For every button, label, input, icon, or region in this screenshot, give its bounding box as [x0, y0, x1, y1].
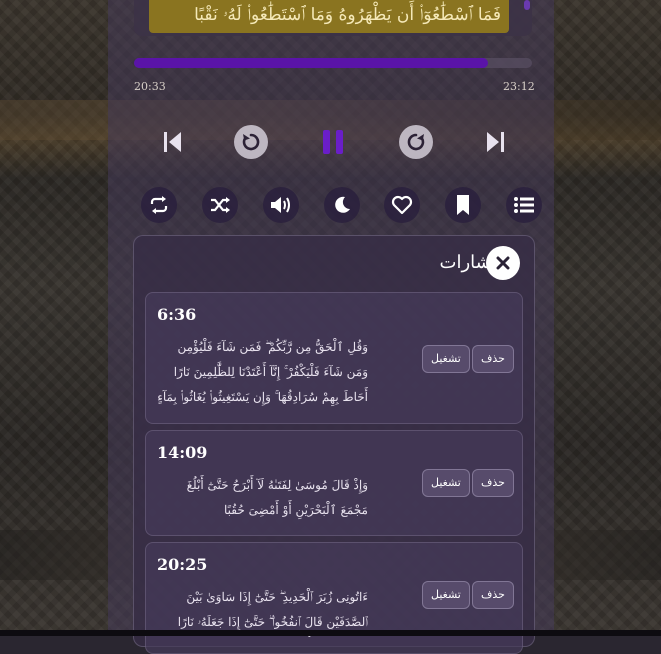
bookmark-verse-text: وَقُلِ ٱلْحَقُّ مِن رَّبِّكُمْ ۖ فَمَن ش…: [157, 340, 368, 404]
favorite-button[interactable]: [384, 187, 420, 223]
play-bookmark-button[interactable]: تشغيل: [422, 581, 470, 609]
close-icon: [496, 256, 510, 270]
close-bookmarks-button[interactable]: [486, 246, 520, 280]
progress-bar[interactable]: [134, 58, 532, 68]
bookmarks-panel: الإشارات 6:36 وَقُلِ ٱلْحَقُّ مِن رَّبِّ…: [133, 235, 535, 654]
current-verse-text: فَمَا ٱسْطَٰعُوٓا۟ أَن يَظْهَرُوهُ وَمَا…: [149, 0, 509, 33]
volume-button[interactable]: [263, 187, 299, 223]
bookmark-time: 6:36: [157, 305, 197, 324]
forward-icon: [407, 133, 425, 151]
pause-icon: [323, 130, 343, 154]
bookmark-verse-text: وَإِذْ قَالَ مُوسَىٰ لِفَتَىٰهُ لَآ أَبْ…: [186, 478, 368, 517]
night-mode-button[interactable]: [324, 187, 360, 223]
volume-icon: [271, 197, 290, 213]
rewind-button[interactable]: [234, 125, 268, 159]
shuffle-icon: [211, 197, 230, 213]
bookmark-icon: [457, 195, 469, 215]
heart-icon: [391, 195, 413, 215]
bottom-edge: [0, 630, 661, 636]
skip-previous-icon: [164, 132, 181, 152]
rewind-icon: [242, 133, 260, 151]
play-bookmark-button[interactable]: تشغيل: [422, 469, 470, 497]
bookmark-item: 6:36 وَقُلِ ٱلْحَقُّ مِن رَّبِّكُمْ ۖ فَ…: [145, 292, 523, 424]
repeat-icon: [150, 196, 168, 214]
pause-button[interactable]: [316, 124, 350, 160]
progress-fill: [134, 58, 489, 68]
play-bookmark-button[interactable]: تشغيل: [422, 345, 470, 373]
delete-bookmark-button[interactable]: حذف: [472, 469, 514, 497]
delete-bookmark-button[interactable]: حذف: [472, 581, 514, 609]
bookmark-time: 14:09: [157, 443, 208, 462]
bookmark-button[interactable]: [445, 187, 481, 223]
bookmark-item: 14:09 وَإِذْ قَالَ مُوسَىٰ لِفَتَىٰهُ لَ…: [145, 430, 523, 536]
list-icon: [514, 197, 534, 213]
total-duration: 23:12: [503, 80, 535, 93]
repeat-button[interactable]: [141, 187, 177, 223]
bookmark-item: 20:25 ءَاتُونِى زُبَرَ ٱلْحَدِيدِ ۖ حَتَ…: [145, 542, 523, 654]
next-button[interactable]: [480, 125, 510, 159]
playlist-button[interactable]: [506, 187, 542, 223]
forward-button[interactable]: [399, 125, 433, 159]
elapsed-time: 20:33: [134, 80, 166, 93]
previous-button[interactable]: [158, 125, 188, 159]
skip-next-icon: [487, 132, 504, 152]
verse-scrollbar[interactable]: [524, 0, 530, 10]
moon-icon: [335, 196, 350, 213]
bookmark-time: 20:25: [157, 555, 208, 574]
delete-bookmark-button[interactable]: حذف: [472, 345, 514, 373]
shuffle-button[interactable]: [202, 187, 238, 223]
